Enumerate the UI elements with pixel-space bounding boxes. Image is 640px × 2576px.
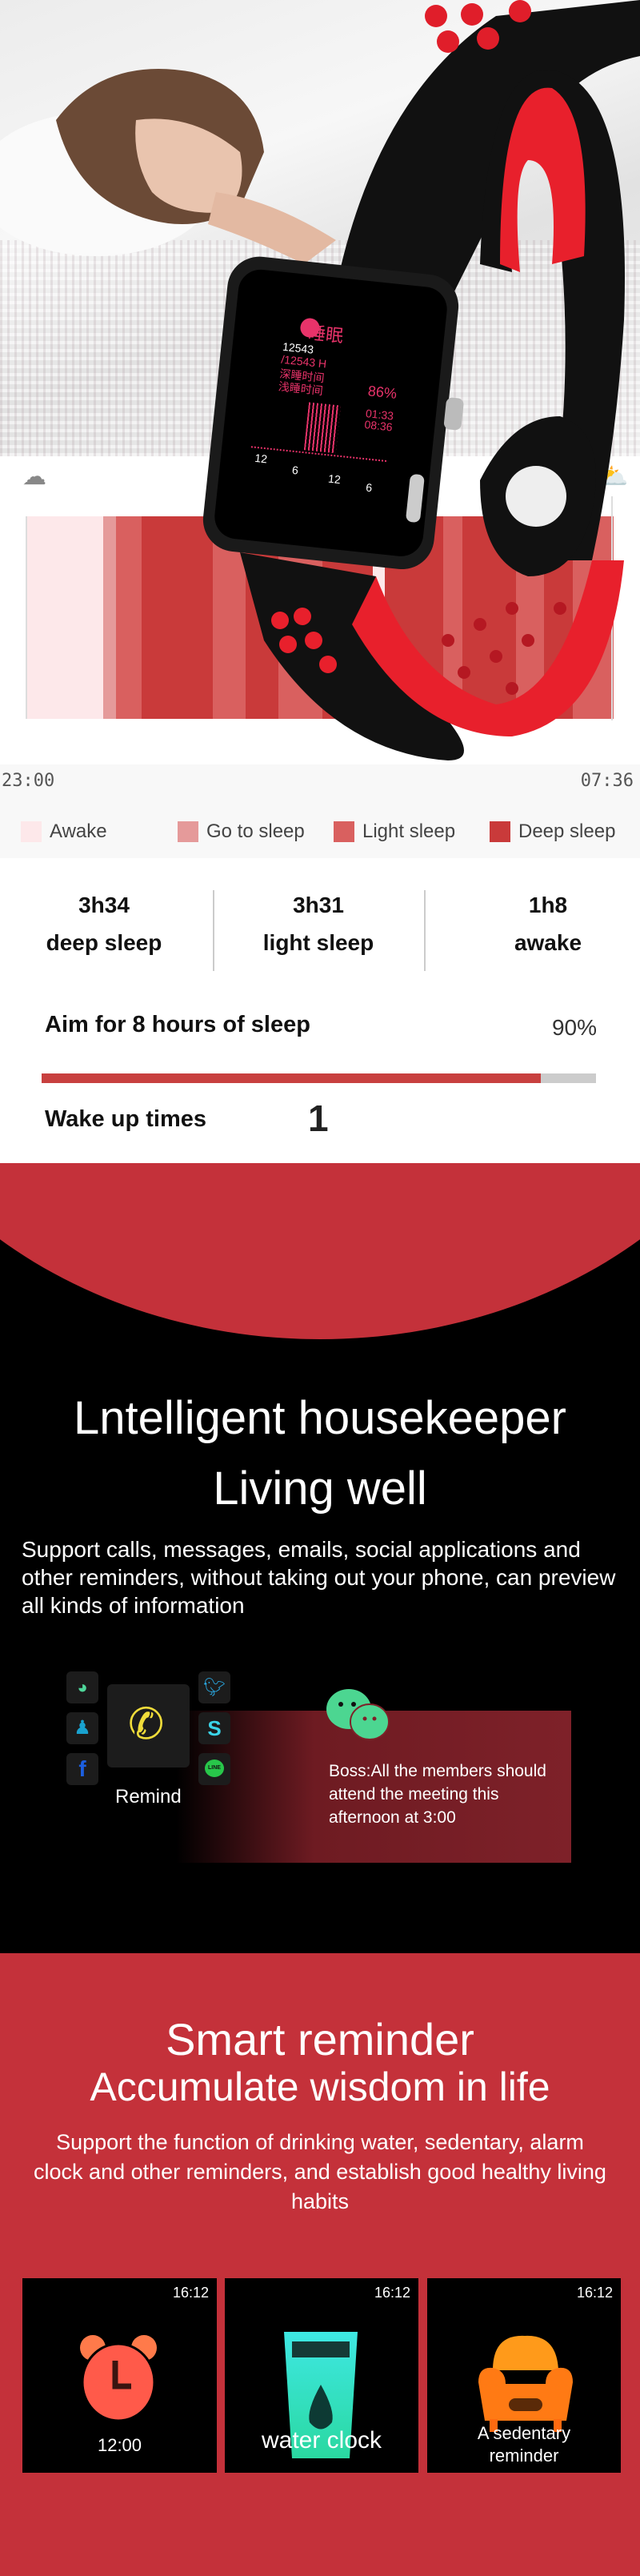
remind-label: Remind — [115, 1786, 182, 1808]
screen-axis-label: 12 — [254, 451, 268, 466]
line-icon: LINE — [198, 1753, 230, 1785]
awake-label: awake — [514, 930, 582, 955]
phone-icon: ✆ — [128, 1700, 165, 1748]
divider — [213, 890, 214, 971]
watch-screen: 睡眠 12543 /12543 H 深睡时间 浅睡时间 86% 01:33 08… — [220, 275, 436, 533]
legend-light-sleep: Light sleep — [334, 821, 455, 843]
armchair-icon — [478, 2335, 573, 2432]
section1-title2: Living well — [213, 1463, 427, 1515]
facebook-icon: f — [66, 1753, 98, 1785]
reminder-section: Smart reminder Accumulate wisdom in life… — [0, 1953, 640, 2576]
card-label: 12:00 — [97, 2435, 142, 2455]
start-time-label: 23:00 — [2, 771, 55, 791]
water-card: 16:12 water clock — [225, 2278, 418, 2473]
wechat-large-icon — [326, 1689, 390, 1740]
alarm-clock-icon — [80, 2335, 157, 2422]
deep-sleep-value: 3h34 — [78, 893, 130, 917]
aim-progress-track — [42, 1073, 596, 1083]
screen-axis-label: 6 — [291, 463, 299, 477]
card-time: 16:12 — [374, 2285, 410, 2301]
twitter-icon: 🐦︎ — [198, 1671, 230, 1703]
legend-go-to-sleep: Go to sleep — [178, 821, 305, 843]
screen-sleep-graph — [303, 402, 341, 454]
aim-progress-fill — [42, 1073, 541, 1083]
sedentary-card: 16:12 A sedentary reminder — [427, 2278, 621, 2473]
legend-band — [0, 764, 640, 858]
card-time: 16:12 — [576, 2285, 613, 2301]
section2-title1: Smart reminder — [166, 2014, 474, 2064]
wake-value: 1 — [308, 1097, 329, 1139]
card-label: A sedentary reminder — [477, 2423, 571, 2466]
wake-label: Wake up times — [45, 1106, 206, 1132]
light-sleep-label: light sleep — [262, 930, 374, 955]
legend-deep-sleep: Deep sleep — [490, 821, 615, 843]
card-time: 16:12 — [172, 2285, 209, 2301]
wechat-icon: ◕ — [66, 1671, 98, 1703]
alarm-card: 16:12 12:00 — [22, 2278, 217, 2473]
qq-icon: ♟ — [66, 1712, 98, 1744]
section2-description: Support the function of drinking water, … — [34, 2130, 606, 2213]
deep-sleep-label: deep sleep — [46, 930, 162, 955]
line-logo: LINE — [205, 1759, 224, 1777]
red-curve — [0, 1163, 640, 1339]
screen-percent: 86% — [366, 383, 398, 402]
message-text: Boss:All the members should attend the m… — [329, 1762, 546, 1827]
screen-axis-label: 12 — [327, 471, 342, 487]
awake-value: 1h8 — [528, 893, 568, 917]
notification-section: Lntelligent housekeeper Living well Supp… — [0, 1163, 640, 1956]
screen-axis-label: 6 — [365, 480, 374, 495]
legend-awake: Awake — [21, 821, 107, 843]
aim-percent: 90% — [551, 1015, 597, 1040]
light-sleep-value: 3h31 — [293, 893, 344, 917]
aim-label: Aim for 8 hours of sleep — [45, 1012, 310, 1037]
screen-end: 08:36 — [363, 417, 394, 434]
call-tile: ✆ — [107, 1684, 190, 1767]
divider — [424, 890, 426, 971]
end-time-label: 07:36 — [580, 771, 634, 791]
section1-title1: Lntelligent housekeeper — [74, 1392, 566, 1444]
skype-icon: S — [198, 1712, 230, 1744]
section1-description: Support calls, messages, emails, social … — [22, 1537, 616, 1618]
card-label: water clock — [261, 2427, 382, 2454]
section2-title2: Accumulate wisdom in life — [90, 2064, 550, 2109]
